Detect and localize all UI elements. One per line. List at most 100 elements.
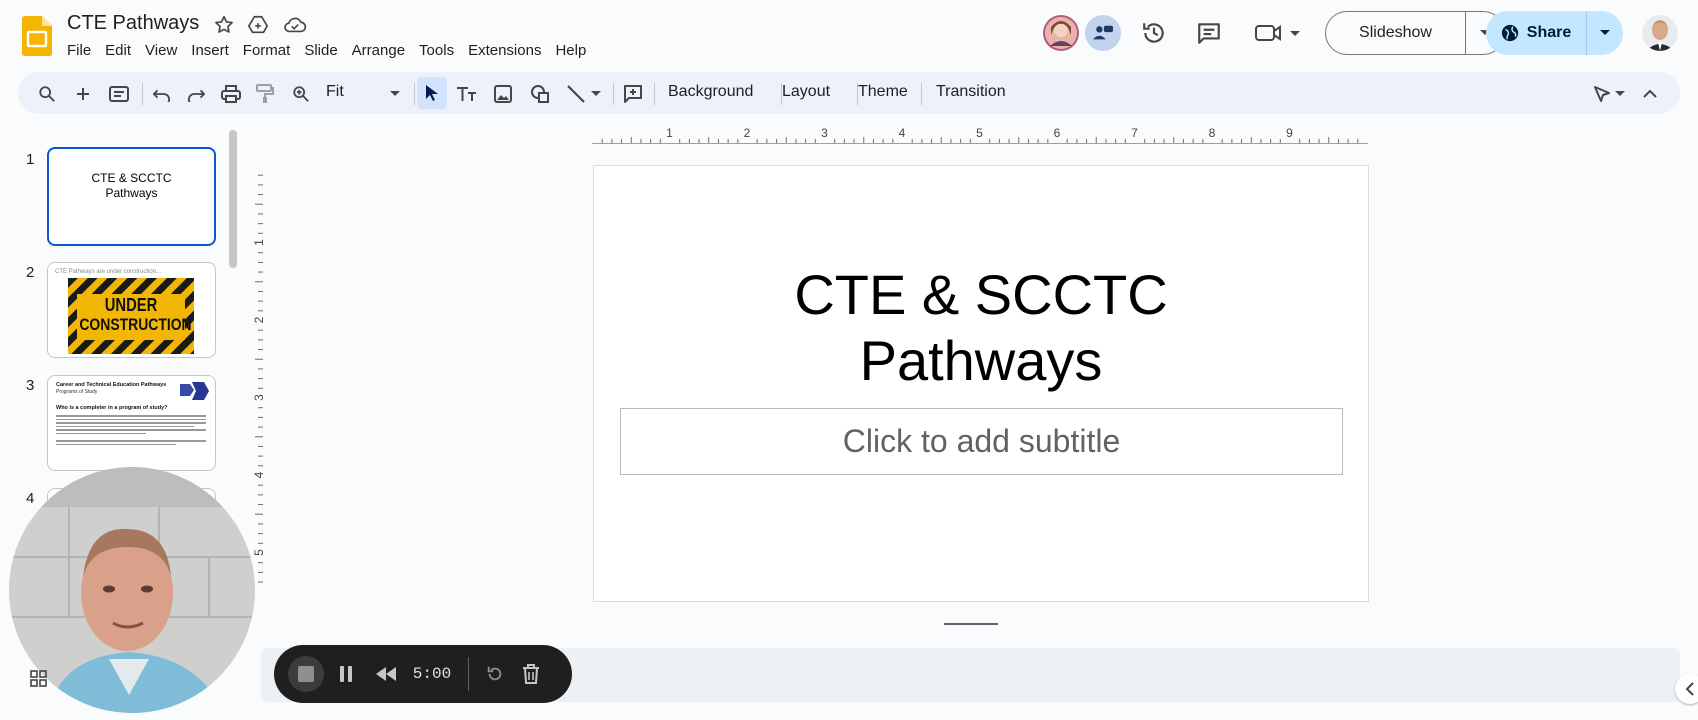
hide-menus-chevron-up-icon[interactable] xyxy=(1637,81,1663,107)
menu-edit[interactable]: Edit xyxy=(98,40,138,61)
insert-image-icon[interactable] xyxy=(490,81,516,107)
thumbnail-body-lines xyxy=(56,415,206,445)
sign-line-under: UNDER xyxy=(104,295,158,315)
slide-number: 3 xyxy=(26,377,35,394)
side-panel-chevron-left-icon[interactable] xyxy=(1675,674,1698,704)
ruler-label: 2 xyxy=(744,126,751,140)
ruler-label: 4 xyxy=(252,471,266,478)
thumbnail-caption: CTE Pathways are under construction... xyxy=(55,269,162,275)
filmstrip-scrollbar[interactable] xyxy=(229,130,237,268)
ruler-label: 3 xyxy=(821,126,828,140)
theme-button[interactable]: Theme xyxy=(858,83,908,101)
recording-controls: 5:00 xyxy=(274,645,572,703)
rewind-icon[interactable] xyxy=(368,656,404,692)
redo-icon[interactable] xyxy=(183,81,209,107)
menu-insert[interactable]: Insert xyxy=(184,40,236,61)
version-history-icon[interactable] xyxy=(1139,18,1169,48)
menu-slide[interactable]: Slide xyxy=(297,40,344,61)
toolbar: Fit Background Layout Theme Transition xyxy=(18,72,1680,114)
search-menus-icon[interactable] xyxy=(34,81,60,107)
present-in-meeting-icon[interactable] xyxy=(1085,15,1121,51)
zoom-icon[interactable] xyxy=(288,81,314,107)
thumbnail-title: CTE & SCCTC Pathways xyxy=(91,171,172,200)
slide-title[interactable]: CTE & SCCTC Pathways xyxy=(594,262,1368,394)
hexagon-logo-icon xyxy=(178,380,210,404)
move-to-drive-icon[interactable] xyxy=(247,14,269,36)
vertical-ruler: 1 2 3 4 5 xyxy=(252,174,266,583)
slide-thumbnail-2[interactable]: CTE Pathways are under construction... U… xyxy=(47,262,216,358)
ruler-label: 2 xyxy=(252,316,266,323)
select-cursor-icon[interactable] xyxy=(417,77,447,109)
zoom-select[interactable]: Fit xyxy=(326,83,344,101)
slideshow-button[interactable]: Slideshow xyxy=(1326,12,1466,54)
slide-number: 1 xyxy=(26,151,35,168)
ruler-label: 3 xyxy=(252,394,266,401)
cloud-saved-icon[interactable] xyxy=(283,14,307,36)
speaker-notes-resize-handle[interactable] xyxy=(944,623,998,625)
slideshow-button-group: Slideshow xyxy=(1325,11,1505,55)
transition-button[interactable]: Transition xyxy=(936,83,1006,101)
slide-thumbnail-3[interactable]: Career and Technical Education Pathways … xyxy=(47,375,216,471)
slides-logo-icon[interactable] xyxy=(22,16,52,56)
stop-recording-icon[interactable] xyxy=(288,656,324,692)
insert-comment-icon[interactable] xyxy=(620,81,646,107)
ruler-label: 5 xyxy=(252,549,266,556)
paint-format-icon[interactable] xyxy=(252,81,278,107)
slide-number: 4 xyxy=(26,490,35,507)
shape-icon[interactable] xyxy=(527,81,553,107)
new-slide-layout-icon[interactable] xyxy=(106,81,132,107)
meet-call-icon[interactable] xyxy=(1254,18,1306,48)
menu-arrange[interactable]: Arrange xyxy=(345,40,412,61)
menu-tools[interactable]: Tools xyxy=(412,40,461,61)
ruler-label: 5 xyxy=(976,126,983,140)
ruler-label: 8 xyxy=(1209,126,1216,140)
print-icon[interactable] xyxy=(218,81,244,107)
thumbnail-heading: Career and Technical Education Pathways xyxy=(56,382,167,388)
delete-recording-icon[interactable] xyxy=(513,656,549,692)
layout-button[interactable]: Layout xyxy=(782,83,830,101)
account-avatar[interactable] xyxy=(1642,15,1678,51)
pen-chevron-down-icon[interactable] xyxy=(1612,81,1628,107)
slide-title-line: CTE & SCCTC xyxy=(794,263,1168,326)
slide-thumbnail-1[interactable]: CTE & SCCTC Pathways xyxy=(47,147,216,246)
new-slide-plus-icon[interactable] xyxy=(70,81,96,107)
ruler-label: 6 xyxy=(1054,126,1061,140)
under-construction-sign: UNDER CONSTRUCTION xyxy=(68,278,194,354)
slide-canvas[interactable]: CTE & SCCTC Pathways Click to add subtit… xyxy=(593,165,1369,602)
restart-recording-icon[interactable] xyxy=(477,656,513,692)
comments-icon[interactable] xyxy=(1194,18,1224,48)
line-icon[interactable] xyxy=(563,81,589,107)
subtitle-placeholder[interactable]: Click to add subtitle xyxy=(620,408,1343,475)
thumbnail-question: Who is a completer in a program of study… xyxy=(56,405,168,411)
menu-extensions[interactable]: Extensions xyxy=(461,40,548,61)
menu-file[interactable]: File xyxy=(60,40,98,61)
menu-view[interactable]: View xyxy=(138,40,184,61)
menu-bar: File Edit View Insert Format Slide Arran… xyxy=(60,40,593,61)
star-icon[interactable] xyxy=(213,14,235,36)
menu-format[interactable]: Format xyxy=(236,40,298,61)
share-label: Share xyxy=(1526,24,1572,41)
zoom-chevron-down-icon[interactable] xyxy=(382,81,408,107)
background-button[interactable]: Background xyxy=(668,83,753,101)
sign-line-construction: CONSTRUCTION xyxy=(79,315,192,334)
menu-help[interactable]: Help xyxy=(548,40,593,61)
document-title[interactable]: CTE Pathways xyxy=(67,12,199,35)
collaborator-avatar[interactable] xyxy=(1043,15,1079,51)
ruler-label: 7 xyxy=(1131,126,1138,140)
ruler-label: 4 xyxy=(899,126,906,140)
line-chevron-down-icon[interactable] xyxy=(588,81,604,107)
pause-icon[interactable] xyxy=(328,656,364,692)
ruler-label: 1 xyxy=(252,239,266,246)
recording-timer: 5:00 xyxy=(412,665,452,683)
grid-view-icon[interactable] xyxy=(30,670,48,688)
text-box-icon[interactable] xyxy=(454,81,480,107)
share-button[interactable]: Share xyxy=(1486,11,1587,55)
horizontal-ruler: 1 2 3 4 5 6 7 8 9 xyxy=(592,126,1368,144)
share-button-group: Share xyxy=(1486,11,1623,55)
share-options-chevron-down-icon[interactable] xyxy=(1587,11,1623,55)
slide-number: 2 xyxy=(26,264,35,281)
slide-title-line: Pathways xyxy=(859,329,1103,392)
globe-icon xyxy=(1501,24,1519,42)
undo-icon[interactable] xyxy=(149,81,175,107)
ruler-label: 9 xyxy=(1286,126,1293,140)
